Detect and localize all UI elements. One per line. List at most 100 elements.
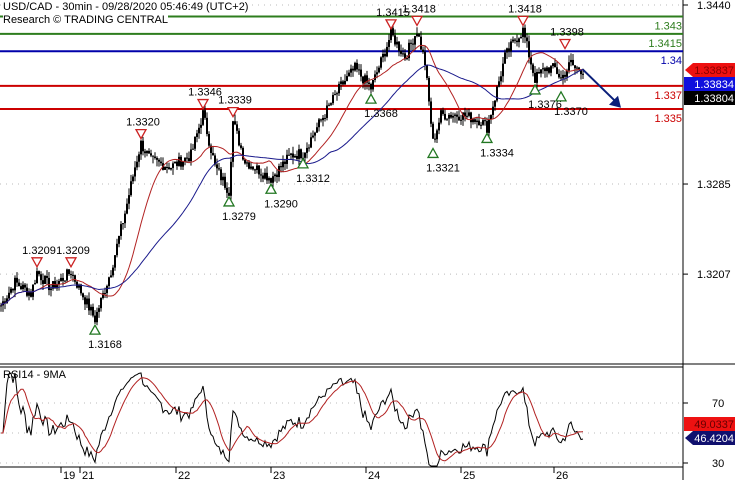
candle-body <box>368 82 370 84</box>
candle-body <box>318 119 320 128</box>
candle-body <box>506 48 508 53</box>
candle-body <box>448 114 450 119</box>
candle-body <box>22 284 24 290</box>
candle-body <box>526 37 528 42</box>
candle-body <box>262 175 264 179</box>
candle-body <box>440 110 442 123</box>
candle-body <box>192 148 194 150</box>
candle-body <box>294 156 296 158</box>
candle-body <box>344 80 346 85</box>
candle-body <box>170 167 172 170</box>
candle-body <box>110 275 112 278</box>
candle-body <box>254 169 256 171</box>
candle-body <box>570 59 572 63</box>
resistance-triangle-icon <box>30 257 44 269</box>
candle-body <box>518 38 520 43</box>
candle-body <box>86 298 88 305</box>
candle-body <box>502 63 504 77</box>
candle-body <box>208 134 210 146</box>
rsi-line <box>1 372 584 467</box>
candle-body <box>82 293 84 298</box>
candle-body <box>362 76 364 84</box>
candle-body <box>538 71 540 74</box>
candle-body <box>158 159 160 162</box>
candle-body <box>46 275 48 278</box>
candle-body <box>132 176 134 182</box>
candle-body <box>540 69 542 74</box>
candle-body <box>18 282 20 287</box>
candle-body <box>428 77 430 102</box>
candle-body <box>122 223 124 225</box>
chart-title: USD/CAD - 30min - 09/28/2020 05:46:49 (U… <box>3 1 249 14</box>
resistance-triangle-icon <box>134 128 148 140</box>
candle-body <box>426 64 428 78</box>
candle-body <box>346 76 348 81</box>
candle-body <box>34 283 36 285</box>
candle-body <box>248 162 250 169</box>
candle-body <box>556 67 558 74</box>
resistance-triangle-icon <box>196 98 210 110</box>
candle-body <box>212 152 214 156</box>
candle-body <box>534 72 536 83</box>
support-triangle-icon <box>222 195 236 207</box>
candle-body <box>38 271 40 275</box>
candle-body <box>520 36 522 39</box>
low-label: 1.3279 <box>222 211 256 223</box>
candle-body <box>152 155 154 157</box>
candle-body <box>8 292 10 299</box>
candle-body <box>568 62 570 71</box>
candle-body <box>488 119 490 133</box>
candle-body <box>336 93 338 95</box>
candle-body <box>60 277 62 281</box>
candle-body <box>148 150 150 154</box>
candle-body <box>172 163 174 168</box>
candle-body <box>434 138 436 140</box>
candle-body <box>432 123 434 139</box>
candle-body <box>176 161 178 166</box>
candle-body <box>348 72 350 77</box>
candle-body <box>388 40 390 47</box>
candle-body <box>74 275 76 282</box>
candle-body <box>310 137 312 148</box>
candle-body <box>224 176 226 188</box>
candle-body <box>66 269 68 281</box>
candle-body <box>544 68 546 72</box>
candle-body <box>468 112 470 116</box>
candle-body <box>446 118 448 120</box>
candle-body <box>398 41 400 51</box>
candle-body <box>358 69 360 71</box>
candle-body <box>546 67 548 72</box>
candle-body <box>308 147 310 149</box>
candle-body <box>30 292 32 297</box>
candle-body <box>312 135 314 138</box>
candle-body <box>400 50 402 54</box>
candle-body <box>130 181 132 196</box>
candle-body <box>542 68 544 70</box>
high-label: 1.3320 <box>126 117 160 129</box>
candle-body <box>474 119 476 122</box>
rsi-tag-label: 49.0337 <box>694 419 734 431</box>
candle-body <box>386 46 388 57</box>
low-label: 1.3321 <box>426 162 460 174</box>
candle-body <box>280 166 282 168</box>
resistance-triangle-icon <box>516 15 530 27</box>
candle-body <box>376 72 378 75</box>
rsi-tag-label: 46.4204 <box>694 433 734 445</box>
candle-body <box>178 156 180 166</box>
candle-body <box>562 74 564 79</box>
candle-body <box>146 150 148 154</box>
x-tick-label: 26 <box>556 470 568 480</box>
candle-body <box>258 165 260 175</box>
candle-body <box>278 166 280 177</box>
low-label: 1.3312 <box>296 173 330 185</box>
rsi-y-tick-label: 70 <box>712 398 724 410</box>
candle-body <box>240 145 242 148</box>
candle-body <box>320 119 322 121</box>
candle-body <box>288 154 290 156</box>
candle-body <box>272 176 274 183</box>
candle-body <box>120 224 122 236</box>
candle-body <box>218 168 220 170</box>
candle-body <box>292 153 294 158</box>
candle-body <box>512 39 514 42</box>
candle-body <box>332 95 334 104</box>
